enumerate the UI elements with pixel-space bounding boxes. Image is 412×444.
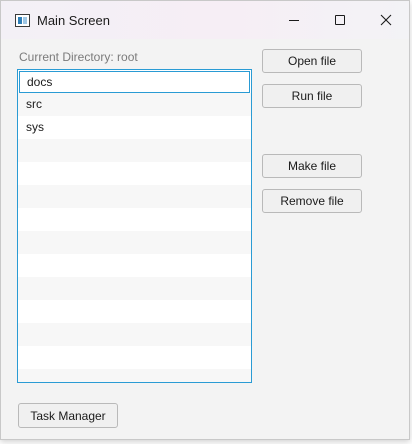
title-bar[interactable]: Main Screen: [1, 1, 409, 39]
app-window-icon: [15, 14, 30, 27]
list-item-empty[interactable]: [18, 323, 251, 346]
task-manager-button[interactable]: Task Manager: [18, 403, 118, 428]
remove-file-button[interactable]: Remove file: [262, 189, 362, 213]
list-item-empty[interactable]: [18, 162, 251, 185]
list-item-src[interactable]: src: [18, 93, 251, 116]
current-directory-label: Current Directory: root: [19, 50, 138, 64]
list-item-docs[interactable]: docs: [19, 71, 250, 93]
minimize-button[interactable]: [271, 1, 317, 39]
main-window: Main Screen Current Directory: root docs…: [0, 0, 410, 440]
list-item-empty[interactable]: [18, 254, 251, 277]
list-item-sys[interactable]: sys: [18, 116, 251, 139]
maximize-button[interactable]: [317, 1, 363, 39]
run-file-button[interactable]: Run file: [262, 84, 362, 108]
list-item-empty[interactable]: [18, 185, 251, 208]
open-file-button[interactable]: Open file: [262, 49, 362, 73]
file-list[interactable]: docs src sys: [17, 69, 252, 383]
list-item-empty[interactable]: [18, 369, 251, 382]
list-item-empty[interactable]: [18, 208, 251, 231]
list-item-empty[interactable]: [18, 277, 251, 300]
list-item-empty[interactable]: [18, 346, 251, 369]
maximize-icon: [335, 15, 345, 25]
list-item-empty[interactable]: [18, 139, 251, 162]
list-item-empty[interactable]: [18, 300, 251, 323]
close-icon: [380, 14, 392, 26]
list-item-empty[interactable]: [18, 231, 251, 254]
close-button[interactable]: [363, 1, 409, 39]
minimize-icon: [289, 19, 299, 21]
window-title: Main Screen: [37, 13, 110, 28]
make-file-button[interactable]: Make file: [262, 154, 362, 178]
